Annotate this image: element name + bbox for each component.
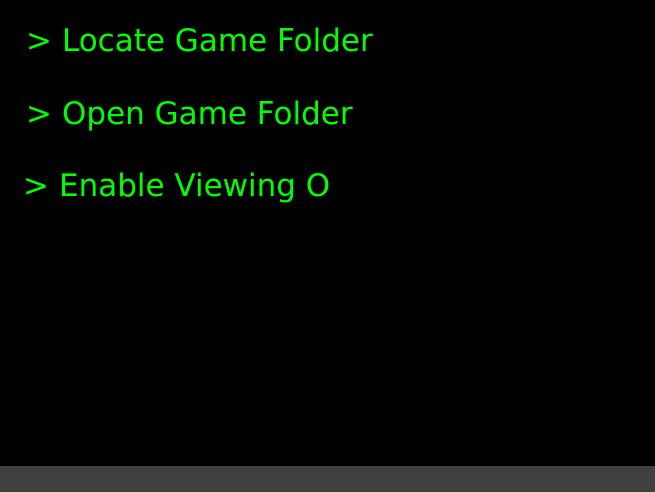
menu-item-label: Locate Game Folder: [61, 23, 373, 59]
menu-screen: > Locate Game Folder > Open Game Folder > E…: [0, 0, 655, 466]
menu-item-label: Open Game Folder: [61, 96, 353, 132]
prompt-marker: >: [26, 96, 52, 132]
menu-item-open-game-folder[interactable]: > Open Game Folder: [26, 96, 353, 132]
bottom-bar: [0, 466, 655, 492]
prompt-marker: >: [26, 23, 52, 59]
prompt-marker: >: [23, 168, 49, 204]
menu-item-locate-game-folder[interactable]: > Locate Game Folder: [26, 23, 373, 59]
menu-item-label: Enable Viewing O: [58, 168, 331, 204]
menu-item-enable-viewing[interactable]: > Enable Viewing O: [23, 168, 330, 204]
